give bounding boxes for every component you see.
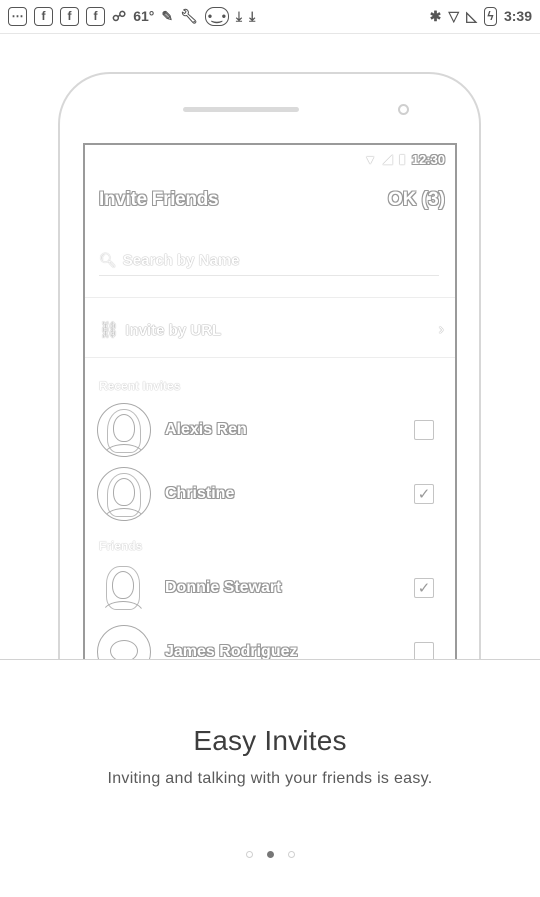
contact-name: Donnie Stewart — [165, 579, 282, 596]
flashlight-icon: ✎ — [161, 8, 174, 24]
temperature: 61° — [133, 8, 155, 24]
facebook-icon: f — [34, 6, 53, 26]
page-dot-active[interactable] — [266, 851, 274, 858]
link-icon: ⛓ — [99, 322, 120, 339]
mockup-search-field: 🔍︎ Search by Name — [99, 245, 439, 276]
wifi-icon: ▽ — [448, 8, 460, 24]
avatar — [97, 561, 151, 615]
mockup-ok-button: OK (3) — [388, 189, 445, 210]
avatar — [97, 625, 151, 661]
page-indicator[interactable] — [0, 851, 540, 858]
status-bar: ⋯ f f f ☍ 61° ✎ 🔧︎ •‿• ⤓ ⤓ ✱ ▽ ◺ ϟ 3:39 — [0, 0, 540, 32]
phone-speaker — [183, 107, 299, 112]
mockup-status-time: 12:30 — [411, 151, 445, 167]
checkbox-checked: ✓ — [414, 484, 434, 504]
search-icon: 🔍︎ — [99, 251, 117, 268]
mockup-contact-row: Alexis Ren — [97, 401, 442, 459]
avatar — [97, 467, 151, 521]
mockup-search-placeholder: Search by Name — [122, 251, 240, 269]
mockup-section-friends: Friends — [99, 539, 143, 553]
more-icon: ⋯ — [8, 6, 27, 26]
status-bar-right: ✱ ▽ ◺ ϟ 3:39 — [429, 6, 532, 26]
status-time: 3:39 — [503, 8, 532, 24]
avatar — [97, 403, 151, 457]
checkbox-unchecked — [414, 420, 434, 440]
mockup-invite-url-row: ⛓ Invite by URL › — [99, 315, 444, 345]
battery-icon: ▮ — [398, 151, 406, 166]
phone-camera — [398, 104, 409, 115]
gamepad-icon: •‿• — [204, 6, 229, 26]
onboarding-subline: Inviting and talking with your friends i… — [107, 770, 433, 787]
contact-name: Alexis Ren — [165, 421, 247, 438]
facebook-icon: f — [86, 6, 105, 26]
page-dot[interactable] — [245, 851, 253, 858]
phone-screen: ▼ ◢ ▮ 12:30 Invite Friends OK (3) 🔍︎ Sea… — [83, 143, 457, 661]
wifi-icon: ▼ — [363, 151, 377, 167]
bluetooth-icon: ✱ — [429, 8, 442, 24]
mockup-contact-row: James Rodriguez — [97, 623, 442, 661]
contact-name: Christine — [165, 485, 235, 502]
onboarding-headline: Easy Invites — [193, 725, 347, 756]
download-icon: ⤓ — [249, 8, 256, 24]
status-bar-left: ⋯ f f f ☍ 61° ✎ 🔧︎ •‿• ⤓ ⤓ — [8, 6, 256, 26]
mockup-title: Invite Friends — [99, 189, 219, 210]
mockup-section-recent: Recent Invites — [99, 379, 181, 393]
wrench-icon: 🔧︎ — [180, 8, 198, 24]
no-signal-icon: ◺ — [466, 8, 477, 24]
chevron-right-icon: › — [438, 321, 444, 338]
page-dot[interactable] — [287, 851, 295, 858]
signal-icon: ◢ — [382, 151, 393, 166]
share-icon: ☍ — [112, 8, 127, 24]
mockup-contact-row: Christine ✓ — [97, 465, 442, 523]
divider — [85, 357, 455, 358]
download-icon: ⤓ — [235, 8, 243, 24]
divider — [85, 297, 455, 298]
facebook-icon: f — [60, 6, 79, 26]
mockup-status-bar: ▼ ◢ ▮ 12:30 — [364, 151, 445, 167]
checkbox-checked: ✓ — [414, 578, 434, 598]
mockup-invite-url-label: Invite by URL — [125, 321, 222, 339]
battery-icon: ϟ — [483, 6, 497, 26]
status-bar-divider — [0, 33, 540, 34]
mockup-contact-row: Donnie Stewart ✓ — [97, 559, 442, 617]
